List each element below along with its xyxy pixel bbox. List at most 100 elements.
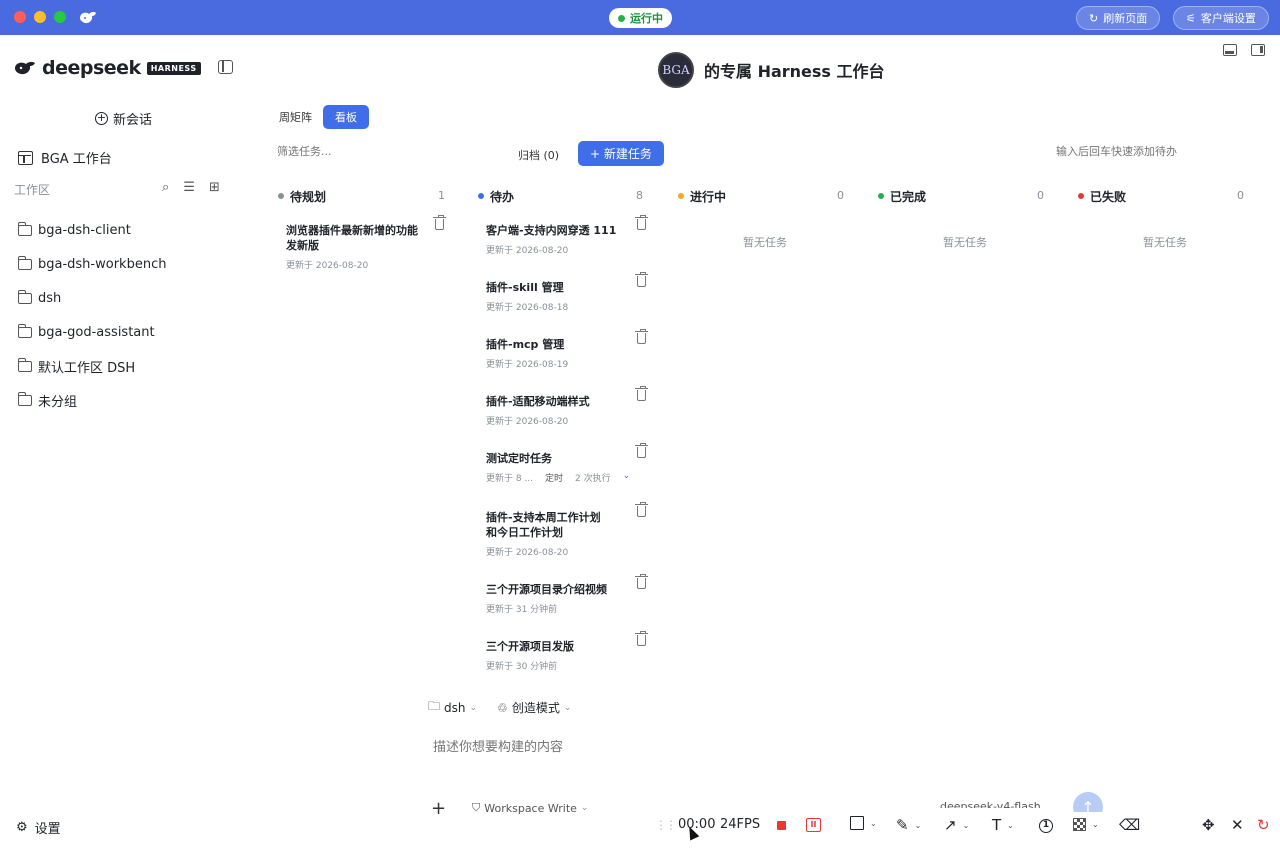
chevron-down-icon: ⌄ — [870, 818, 877, 828]
trash-icon[interactable] — [635, 502, 648, 517]
tab-kanban[interactable]: 看板 — [323, 105, 369, 129]
quick-add-input[interactable] — [1056, 145, 1256, 158]
archive-button[interactable]: 归档 (0) — [518, 147, 559, 163]
new-chat-button[interactable]: + 新会话 — [95, 109, 152, 128]
workspace-list: bga-dsh-client bga-dsh-workbench dsh bga… — [18, 213, 238, 417]
task-card[interactable]: 客户端-支持内网穿透 111 更新于 2026-08-20 — [486, 215, 648, 256]
text-tool[interactable]: T ⌄ — [992, 816, 1014, 834]
column-dot-icon — [278, 193, 284, 199]
client-settings-button[interactable]: ⚟ 客户端设置 — [1173, 6, 1269, 30]
task-updated: 更新于 8 ... — [486, 474, 534, 484]
column-header-failed: 已失败 — [1078, 188, 1126, 204]
eraser-tool[interactable]: ⌫ — [1119, 816, 1140, 834]
settings-label: 设置 — [34, 822, 61, 837]
workspace-item[interactable]: bga-god-assistant — [18, 315, 238, 349]
model-select[interactable]: deepseek-v4-flash — [940, 800, 1041, 808]
whale-logo-icon — [80, 11, 96, 24]
trash-icon[interactable] — [635, 272, 648, 287]
restart-recorder-button[interactable]: ↻ — [1257, 816, 1270, 834]
stop-record-icon[interactable] — [777, 821, 786, 830]
column-count: 0 — [837, 189, 844, 202]
number-tool[interactable]: 1 — [1039, 819, 1053, 833]
column-dot-icon — [1078, 193, 1084, 199]
workspace-item[interactable]: 默认工作区 DSH — [18, 349, 238, 383]
task-title: 插件-支持本周工作计划和今日工作计划 — [486, 511, 601, 539]
pen-tool[interactable]: ✎ ⌄ — [896, 816, 921, 834]
tab-week-matrix[interactable]: 周矩阵 — [272, 105, 319, 129]
trash-icon[interactable] — [433, 215, 446, 230]
settings-button[interactable]: ⚙ 设置 — [16, 818, 61, 837]
column-count: 1 — [438, 189, 445, 202]
recording-time: 00:00 — [678, 817, 716, 832]
status-badge: 运行中 — [609, 8, 672, 28]
task-title: 浏览器插件最新新增的功能发新版 — [286, 224, 418, 252]
trash-icon[interactable] — [635, 329, 648, 344]
refresh-page-button[interactable]: ↻ 刷新页面 — [1076, 6, 1161, 30]
mode-select[interactable]: ♲ 创造模式 ⌄ — [497, 697, 571, 718]
task-card[interactable]: 插件-mcp 管理 更新于 2026-08-19 — [486, 329, 648, 370]
text-icon: T — [992, 816, 1002, 834]
new-chat-label: 新会话 — [113, 113, 153, 128]
minimize-window-button[interactable] — [34, 11, 46, 23]
task-card[interactable]: 插件-适配移动端样式 更新于 2026-08-20 — [486, 386, 648, 427]
trash-icon[interactable] — [635, 443, 648, 458]
maximize-window-button[interactable] — [54, 11, 66, 23]
rectangle-tool[interactable]: ⌄ — [850, 816, 877, 830]
prompt-input[interactable] — [433, 740, 833, 755]
chevron-down-icon: ⌄ — [1007, 820, 1014, 830]
filter-tasks-input[interactable] — [277, 145, 477, 158]
task-card[interactable]: 测试定时任务 更新于 8 ... 定时 2 次执行 ⌄ — [486, 443, 648, 484]
task-card[interactable]: 三个开源项目发版 更新于 30 分钟前 — [486, 631, 648, 672]
task-title: 插件-skill 管理 — [486, 281, 564, 294]
eraser-icon: ⌫ — [1119, 816, 1141, 834]
trash-icon[interactable] — [635, 215, 648, 230]
task-card[interactable]: 三个开源项目录介绍视频 更新于 31 分钟前 — [486, 574, 648, 615]
workspace-mode-select[interactable]: ⛉ Workspace Write ⌄ — [472, 801, 588, 815]
workspace-item[interactable]: dsh — [18, 281, 238, 315]
close-recorder-button[interactable]: ✕ — [1231, 816, 1244, 834]
workbench-link[interactable]: BGA 工作台 — [18, 148, 112, 167]
task-card[interactable]: 插件-支持本周工作计划和今日工作计划 更新于 2026-08-20 — [486, 502, 648, 558]
task-title: 客户端-支持内网穿透 111 — [486, 224, 617, 237]
column-header-done: 已完成 — [878, 188, 926, 204]
rectangle-icon — [850, 816, 864, 830]
pause-record-icon[interactable]: II — [806, 818, 821, 832]
trash-icon[interactable] — [635, 574, 648, 589]
drag-handle-icon[interactable]: ⋮⋮ — [655, 818, 677, 832]
sidebar-toggle-icon[interactable] — [218, 60, 233, 74]
mosaic-tool[interactable]: ⌄ — [1073, 818, 1099, 831]
search-icon[interactable]: ⌕ — [162, 180, 169, 195]
column-header-in-progress: 进行中 — [678, 188, 726, 204]
chevron-down-icon: ⌄ — [563, 702, 572, 713]
bottom-panel-icon[interactable] — [1223, 44, 1237, 56]
composer-options: 🗀 dsh ⌄ ♲ 创造模式 ⌄ — [428, 697, 571, 718]
workspace-item[interactable]: bga-dsh-workbench — [18, 247, 238, 281]
trash-icon[interactable] — [635, 386, 648, 401]
folder-icon — [18, 357, 32, 372]
column-header-todo: 待办 — [478, 188, 514, 204]
move-tool[interactable]: ✥ — [1202, 816, 1215, 834]
workspace-item[interactable]: bga-dsh-client — [18, 213, 238, 247]
workspace-item-label: dsh — [38, 290, 62, 306]
task-updated: 更新于 2026-08-20 — [286, 261, 369, 271]
add-attachment-button[interactable]: + — [431, 798, 446, 819]
task-card[interactable]: 浏览器插件最新新增的功能发新版 更新于 2026-08-20 — [286, 215, 446, 271]
title-bar: 运行中 ↻ 刷新页面 ⚟ 客户端设置 — [0, 0, 1280, 35]
filter-icon[interactable]: ☰ — [183, 180, 195, 195]
close-window-button[interactable] — [14, 11, 26, 23]
workspace-item[interactable]: 未分组 — [18, 383, 238, 417]
arrow-tool[interactable]: ↗ ⌄ — [944, 816, 969, 834]
task-updated: 更新于 2026-08-20 — [486, 417, 569, 427]
folder-select[interactable]: 🗀 dsh ⌄ — [428, 697, 477, 718]
right-panel-icon[interactable] — [1251, 44, 1265, 56]
new-task-button[interactable]: + 新建任务 — [578, 141, 664, 166]
arrow-icon: ↗ — [944, 816, 957, 834]
folder-open-icon: 🗀 — [428, 699, 441, 713]
workspace-item-label: 默认工作区 DSH — [38, 360, 136, 376]
folder-icon — [18, 323, 32, 338]
add-folder-icon[interactable]: ⊞ — [209, 180, 220, 195]
trash-icon[interactable] — [635, 631, 648, 646]
task-title: 插件-适配移动端样式 — [486, 395, 590, 408]
task-card[interactable]: 插件-skill 管理 更新于 2026-08-18 — [486, 272, 648, 313]
chevron-down-icon[interactable]: ⌄ — [623, 471, 631, 484]
